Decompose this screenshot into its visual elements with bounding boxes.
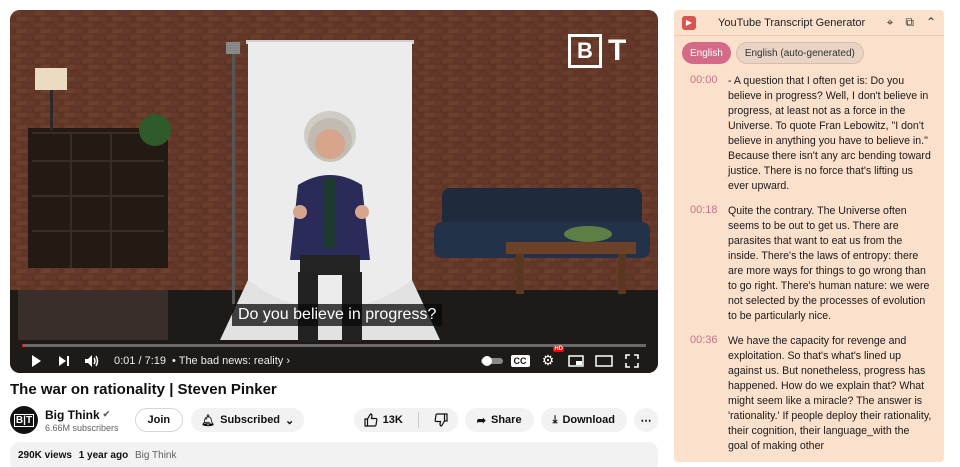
- download-button[interactable]: ⤓ Download: [540, 408, 627, 432]
- video-player[interactable]: B T Do you believe in progress? 0:01 / 7…: [10, 10, 658, 373]
- copy-icon[interactable]: ⧉: [905, 15, 914, 30]
- page: B T Do you believe in progress? 0:01 / 7…: [0, 0, 960, 467]
- autoplay-toggle[interactable]: [478, 350, 506, 372]
- transcript-entry[interactable]: 00:36 We have the capacity for revenge a…: [690, 334, 932, 454]
- language-tabs: English English (auto-generated): [674, 36, 944, 64]
- subscribed-button[interactable]: 🔔︎ Subscribed ⌄: [191, 408, 305, 432]
- transcript-entry[interactable]: 00:18 Quite the contrary. The Universe o…: [690, 204, 932, 324]
- transcript-list: 00:00 - A question that I often get is: …: [674, 64, 944, 454]
- collapse-icon[interactable]: ⌃: [926, 15, 936, 30]
- like-dislike-group: 13K: [353, 408, 458, 432]
- miniplayer-icon[interactable]: [562, 350, 590, 372]
- channel-row: B|T Big Think ✔ 6.66M subscribers Join 🔔…: [10, 406, 658, 434]
- more-actions-button[interactable]: ⋯: [634, 408, 658, 432]
- channel-avatar[interactable]: B|T: [10, 406, 38, 434]
- chapter-label[interactable]: • The bad news: reality ›: [172, 355, 290, 367]
- chapter-title: The bad news: reality: [178, 354, 284, 367]
- like-divider: [417, 412, 419, 428]
- fullscreen-icon[interactable]: [618, 350, 646, 372]
- entry-text: We have the capacity for revenge and exp…: [728, 335, 932, 452]
- share-button[interactable]: ➦ Share: [464, 408, 534, 432]
- watermark-b: B: [568, 34, 602, 68]
- download-icon: ⤓: [552, 413, 558, 426]
- channel-tag[interactable]: Big Think: [135, 450, 177, 461]
- channel-name-row: Big Think ✔: [45, 408, 119, 422]
- thumbs-down-icon: [434, 413, 448, 427]
- play-icon[interactable]: [22, 350, 50, 372]
- watermark-t: T: [608, 34, 627, 67]
- volume-icon[interactable]: [78, 350, 106, 372]
- channel-info: Big Think ✔ 6.66M subscribers: [45, 408, 119, 433]
- verified-icon: ✔: [102, 409, 111, 419]
- thumbs-up-icon: [363, 413, 378, 427]
- subscribed-label: Subscribed: [220, 414, 281, 426]
- entry-text: Quite the contrary. The Universe often s…: [728, 205, 930, 322]
- gear-icon: ⚙: [541, 352, 555, 368]
- like-button[interactable]: 13K: [354, 408, 413, 432]
- like-count: 13K: [382, 414, 403, 426]
- video-subtitle: Do you believe in progress?: [232, 304, 443, 326]
- entry-text: - A question that I often get is: Do you…: [728, 75, 931, 192]
- lang-english[interactable]: English: [682, 42, 731, 64]
- entry-timestamp[interactable]: 00:18: [690, 204, 728, 324]
- avatar-logo: B|T: [13, 413, 35, 427]
- hd-badge: HD: [553, 345, 564, 352]
- video-title: The war on rationality | Steven Pinker: [10, 381, 277, 398]
- description-box[interactable]: 290K views 1 year ago Big Think: [10, 442, 658, 467]
- panel-title: YouTube Transcript Generator: [718, 16, 866, 29]
- theater-icon[interactable]: [590, 350, 618, 372]
- settings-button[interactable]: ⚙ HD: [534, 345, 564, 372]
- more-icon: ⋯: [640, 414, 652, 427]
- time-display: 0:01 / 7:19: [114, 354, 166, 367]
- chevron-down-icon: ⌄: [285, 414, 295, 427]
- dislike-button[interactable]: [424, 408, 458, 432]
- view-count: 290K views: [18, 450, 72, 461]
- transcript-entry[interactable]: 00:00 - A question that I often get is: …: [690, 74, 932, 194]
- big-think-watermark: B T: [568, 34, 626, 68]
- transcript-panel: ▶ YouTube Transcript Generator ⌖ ⧉ ⌃ Eng…: [674, 10, 944, 462]
- share-label: Share: [490, 414, 522, 426]
- join-button[interactable]: Join: [134, 408, 184, 432]
- video-actions: 13K ➦ Share ⤓ Download ⋯: [353, 408, 658, 432]
- target-icon[interactable]: ⌖: [887, 15, 894, 30]
- player-controls: 0:01 / 7:19 • The bad news: reality › CC…: [10, 345, 658, 373]
- progress-fill: [22, 344, 24, 347]
- channel-name[interactable]: Big Think: [45, 408, 100, 422]
- lang-english-auto[interactable]: English (auto-generated): [735, 42, 864, 64]
- download-label: Download: [562, 414, 615, 426]
- panel-header: ▶ YouTube Transcript Generator ⌖ ⧉ ⌃: [674, 10, 944, 36]
- entry-timestamp[interactable]: 00:00: [690, 74, 728, 194]
- entry-timestamp[interactable]: 00:36: [690, 334, 728, 454]
- cc-icon: CC: [510, 354, 530, 367]
- captions-button[interactable]: CC: [506, 350, 534, 373]
- next-icon[interactable]: [50, 350, 78, 372]
- extension-logo-icon: ▶: [682, 15, 696, 30]
- subscriber-count: 6.66M subscribers: [45, 422, 119, 433]
- panel-header-actions: ⌖ ⧉ ⌃: [887, 15, 936, 30]
- bell-icon: 🔔︎: [201, 414, 216, 427]
- share-icon: ➦: [476, 414, 486, 427]
- upload-age: 1 year ago: [78, 450, 129, 461]
